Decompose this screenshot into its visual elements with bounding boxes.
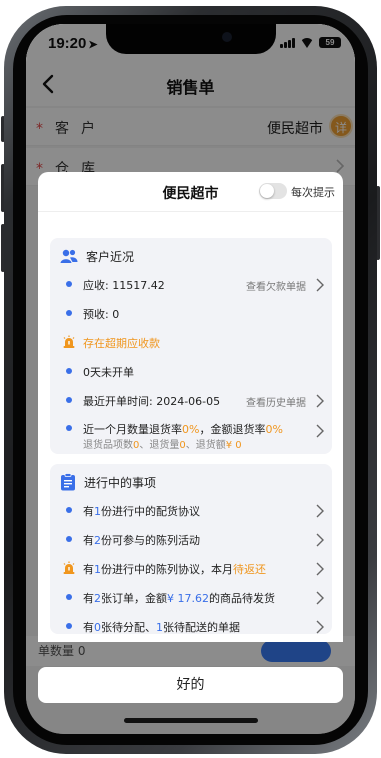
return-rate-text: 近一个月数量退货率0%，金额退货率0%	[83, 423, 283, 436]
customer-status-section: 客户近况 应收: 11517.42 查看欠款单据 预收: 0 存在超期应收款 0…	[50, 238, 332, 454]
bullet-dot	[66, 397, 72, 403]
chevron-right-icon	[316, 504, 324, 518]
bullet-dot	[66, 507, 72, 513]
days-no-order-text: 0天未开单	[83, 366, 134, 379]
chevron-right-icon	[316, 424, 324, 438]
clipboard-list-icon	[61, 473, 75, 491]
return-rate-item[interactable]: 近一个月数量退货率0%，金额退货率0% 退货品项数0、退货量0、退货额¥ 0	[50, 416, 332, 452]
return-detail-text: 退货品项数0、退货量0、退货额¥ 0	[83, 440, 242, 451]
display-agreement-text: 有1份进行中的陈列协议，本月待返还	[83, 563, 266, 576]
pending-delivery-text: 有0张待分配、1张待配送的单据	[83, 621, 240, 634]
bullet-dot	[66, 368, 72, 374]
bullet-dot	[66, 594, 72, 600]
prepaid-item: 预收: 0	[50, 301, 332, 329]
overdue-warning-text: 存在超期应收款	[83, 337, 160, 350]
chevron-right-icon	[316, 591, 324, 605]
last-order-text: 最近开单时间: 2024-06-05	[83, 395, 221, 408]
chevron-right-icon	[316, 562, 324, 576]
last-order-item[interactable]: 最近开单时间: 2024-06-05 查看历史单据	[50, 388, 332, 416]
alarm-warning-icon	[63, 561, 75, 574]
pending-shipment-item[interactable]: 有2张订单，金额¥ 17.62的商品待发货	[50, 585, 332, 613]
chevron-right-icon	[316, 533, 324, 547]
chevron-right-icon	[316, 620, 324, 634]
chevron-right-icon	[316, 394, 324, 408]
bullet-dot	[66, 425, 72, 431]
customer-info-modal: 便民超市 每次提示 客户近况 应收: 11517.42 查看欠款单据 预收: 0…	[38, 172, 343, 642]
bullet-dot	[66, 623, 72, 629]
ongoing-matters-section: 进行中的事项 有1份进行中的配货协议 有2份可参与的陈列活动 有1份进行中的陈列…	[50, 464, 332, 634]
view-history-link[interactable]: 查看历史单据	[246, 394, 306, 409]
users-icon	[60, 249, 78, 263]
distribution-agreement-item[interactable]: 有1份进行中的配货协议	[50, 498, 332, 526]
bullet-dot	[66, 281, 72, 287]
display-activity-text: 有2份可参与的陈列活动	[83, 534, 200, 547]
pending-shipment-text: 有2张订单，金额¥ 17.62的商品待发货	[83, 592, 275, 605]
receivable-item[interactable]: 应收: 11517.42 查看欠款单据	[50, 272, 332, 300]
chevron-right-icon	[316, 278, 324, 292]
receivable-text: 应收: 11517.42	[83, 279, 165, 292]
always-remind-toggle[interactable]	[259, 183, 287, 199]
distribution-agreement-text: 有1份进行中的配货协议	[83, 505, 200, 518]
toggle-label: 每次提示	[291, 186, 335, 199]
pending-delivery-item[interactable]: 有0张待分配、1张待配送的单据	[50, 614, 332, 642]
prepaid-text: 预收: 0	[83, 308, 120, 321]
section-title: 客户近况	[86, 249, 135, 264]
screen: 19:20 ➤ 59 销售单 *客户 便民超市 详 *仓库 单数量 0 便民超市…	[26, 24, 355, 734]
alarm-warning-icon	[63, 335, 75, 348]
ok-button[interactable]: 好的	[38, 667, 343, 703]
overdue-warning-item: 存在超期应收款	[50, 330, 332, 358]
view-debt-link[interactable]: 查看欠款单据	[246, 278, 306, 293]
days-no-order-item: 0天未开单	[50, 359, 332, 387]
section-header: 进行中的事项	[60, 472, 156, 492]
display-activity-item[interactable]: 有2份可参与的陈列活动	[50, 527, 332, 555]
bullet-dot	[66, 536, 72, 542]
bullet-dot	[66, 310, 72, 316]
home-indicator[interactable]	[124, 718, 258, 723]
display-agreement-item[interactable]: 有1份进行中的陈列协议，本月待返还	[50, 556, 332, 584]
modal-header: 便民超市 每次提示	[38, 172, 343, 212]
section-header: 客户近况	[60, 246, 134, 266]
section-title: 进行中的事项	[84, 475, 157, 490]
